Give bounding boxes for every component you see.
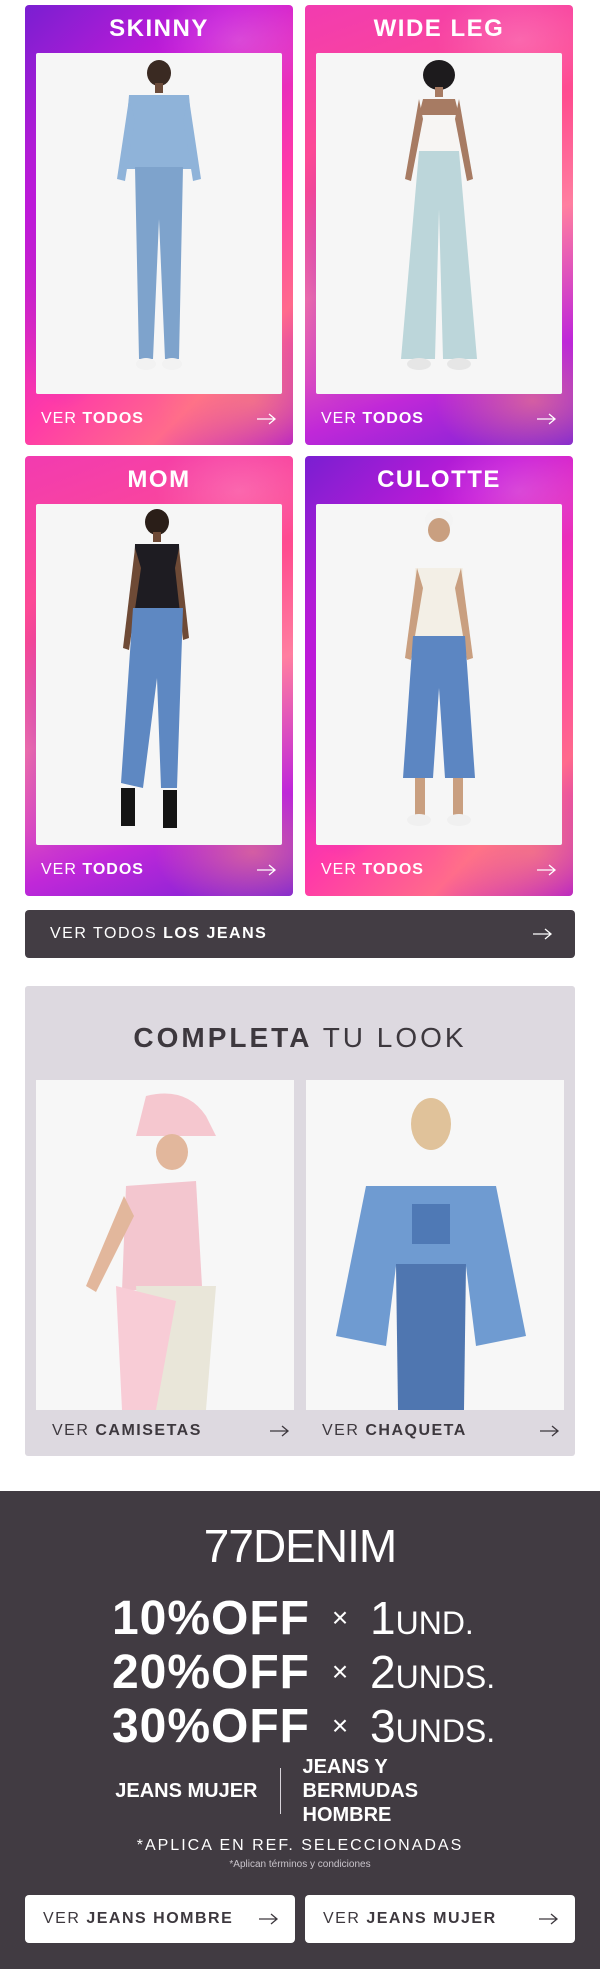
offer-qty: 3: [370, 1700, 396, 1752]
category-card-culotte[interactable]: CULOTTE VER TODOS: [305, 456, 573, 896]
section-title: COMPLETA TU LOOK: [25, 1022, 575, 1054]
category-card-skinny[interactable]: SKINNY VER TODOS: [25, 5, 293, 445]
model-figure: [336, 1098, 526, 1410]
ver-todos-link[interactable]: VER TODOS: [321, 409, 557, 429]
segment-men: JEANS Y BERMUDAS HOMBRE: [302, 1756, 419, 1826]
cta-prefix: VER: [321, 410, 363, 427]
ver-camisetas-link[interactable]: VER CAMISETAS: [36, 1421, 294, 1441]
title-rest: TU LOOK: [312, 1022, 467, 1053]
product-photo-culotte[interactable]: [316, 504, 562, 845]
model-figure: [117, 60, 201, 370]
arrow-right-icon: [259, 1913, 279, 1925]
ver-todos-los-jeans-button[interactable]: VER TODOS LOS JEANS: [25, 910, 575, 958]
cta-bold: TODOS: [362, 410, 424, 427]
model-figure: [86, 1093, 216, 1410]
cta-bold: TODOS: [362, 861, 424, 878]
ver-todos-link[interactable]: VER TODOS: [41, 860, 277, 880]
cta-bold: CAMISETAS: [95, 1422, 202, 1439]
times-sign: ×: [331, 1656, 349, 1687]
cta-prefix: VER: [321, 861, 363, 878]
promo-segments: JEANS MUJER JEANS Y BERMUDAS HOMBRE: [0, 1756, 600, 1826]
offer-unit: UND.: [395, 1605, 474, 1641]
category-card-mom[interactable]: MOM VER TODOS: [25, 456, 293, 896]
promo-note: *APLICA EN REF. SELECCIONADAS: [136, 1837, 464, 1854]
ver-chaqueta-link[interactable]: VER CHAQUETA: [306, 1421, 564, 1441]
product-photo-camisetas[interactable]: [36, 1080, 294, 1410]
ver-todos-link[interactable]: VER TODOS: [321, 860, 557, 880]
cta-prefix: VER: [41, 410, 83, 427]
offer-unit: UNDS.: [395, 1659, 496, 1695]
arrow-right-icon: [540, 1425, 560, 1437]
arrow-right-icon: [257, 864, 277, 876]
model-figure: [403, 509, 475, 826]
offer-qty: 1: [370, 1592, 396, 1644]
category-title: CULOTTE: [377, 466, 501, 493]
offer-percent: 20%OFF: [111, 1645, 310, 1699]
ver-jeans-hombre-button[interactable]: VER JEANS HOMBRE: [25, 1895, 295, 1943]
arrow-right-icon: [270, 1425, 290, 1437]
offer-qty: 2: [370, 1646, 396, 1698]
segment-women: JEANS MUJER: [115, 1779, 258, 1802]
offer-percent: 10%OFF: [111, 1591, 310, 1645]
offer-row-1: 10%OFF × 1UND.: [100, 1591, 474, 1645]
page: SKINNY VER TODOS WIDE LEG VER TODOS MOM …: [0, 0, 600, 1969]
complete-look-section: COMPLETA TU LOOK VER CAMISETAS VER CHAQU…: [25, 986, 575, 1456]
cta-bold: TODOS: [82, 410, 144, 427]
times-sign: ×: [331, 1710, 349, 1741]
button-bold: JEANS HOMBRE: [86, 1910, 234, 1927]
cta-prefix: VER: [322, 1422, 366, 1439]
product-photo-chaqueta[interactable]: [306, 1080, 564, 1410]
category-title: SKINNY: [109, 15, 209, 42]
product-photo-mom[interactable]: [36, 504, 282, 845]
button-bold: LOS JEANS: [163, 925, 268, 942]
cta-bold: TODOS: [82, 861, 144, 878]
button-prefix: VER: [43, 1910, 87, 1927]
cta-bold: CHAQUETA: [365, 1422, 467, 1439]
model-figure: [401, 60, 477, 370]
arrow-right-icon: [533, 928, 553, 940]
model-figure: [121, 509, 189, 828]
ver-jeans-mujer-button[interactable]: VER JEANS MUJER: [305, 1895, 575, 1943]
cta-prefix: VER: [41, 861, 83, 878]
brand-logo: 77DENIM: [203, 1520, 397, 1572]
button-bold: JEANS MUJER: [366, 1910, 497, 1927]
terms-note: *Aplican términos y condiciones: [229, 1859, 371, 1870]
category-card-wide-leg[interactable]: WIDE LEG VER TODOS: [305, 5, 573, 445]
category-title: MOM: [127, 466, 191, 493]
category-title: WIDE LEG: [373, 15, 505, 42]
title-bold: COMPLETA: [133, 1022, 313, 1053]
arrow-right-icon: [537, 864, 557, 876]
offer-row-2: 20%OFF × 2UNDS.: [100, 1645, 495, 1699]
offer-unit: UNDS.: [395, 1713, 496, 1749]
product-photo-wide-leg[interactable]: [316, 53, 562, 394]
offer-row-3: 30%OFF × 3UNDS.: [100, 1699, 495, 1753]
cta-prefix: VER: [52, 1422, 96, 1439]
ver-todos-link[interactable]: VER TODOS: [41, 409, 277, 429]
promo-section: 77DENIM 10%OFF × 1UND. 20%OFF × 2UNDS. 3…: [0, 1491, 600, 1969]
times-sign: ×: [331, 1602, 349, 1633]
product-photo-skinny[interactable]: [36, 53, 282, 394]
arrow-right-icon: [537, 413, 557, 425]
button-prefix: VER TODOS: [50, 925, 164, 942]
arrow-right-icon: [257, 413, 277, 425]
arrow-right-icon: [539, 1913, 559, 1925]
offer-percent: 30%OFF: [111, 1699, 310, 1753]
button-prefix: VER: [323, 1910, 367, 1927]
